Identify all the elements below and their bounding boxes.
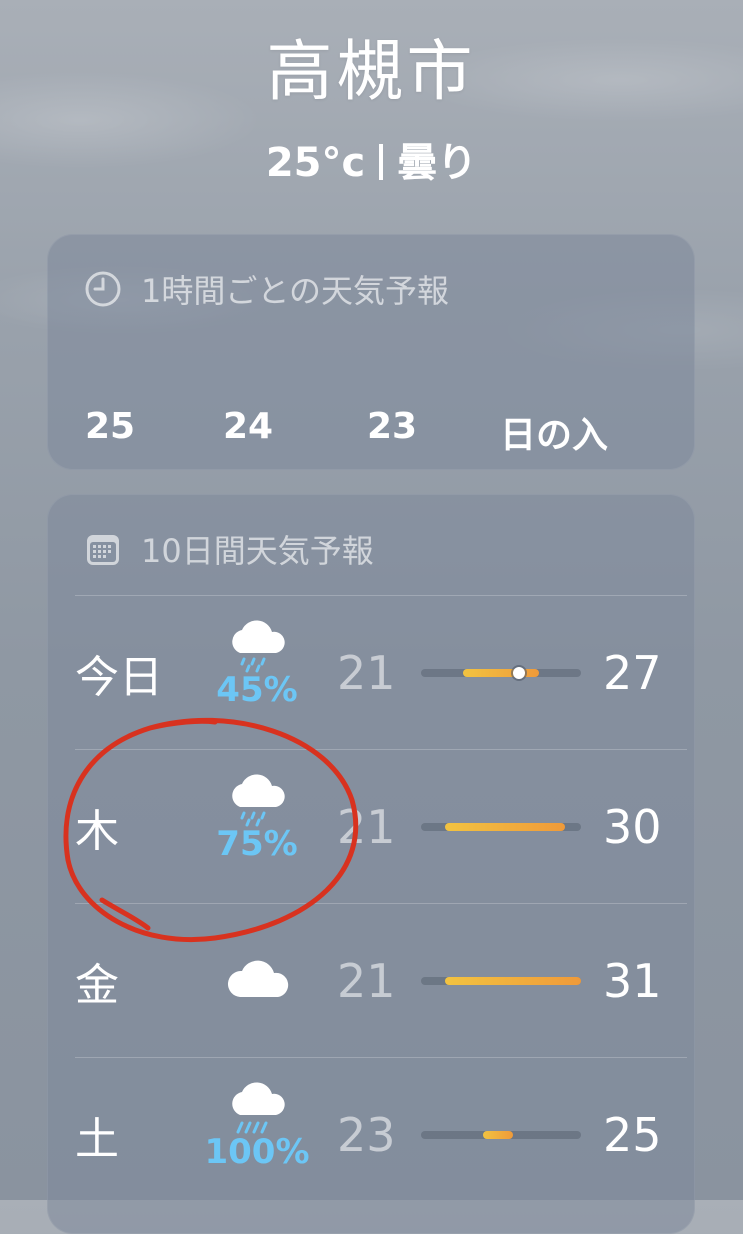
hourly-forecast-title: 1時間ごとの天気予報 [141,272,450,310]
daily-forecast-title: 10日間天気予報 [141,532,374,570]
city-name: 高槻市 [266,33,477,110]
hourly-list[interactable]: 25 24 23 日の入 [47,406,695,456]
cloud-icon [207,955,307,1001]
low-temperature: 21 [337,646,396,700]
daily-forecast-header: 10日間天気予報 [83,524,374,574]
clock-icon [83,269,123,309]
hour-item: 25 [85,406,136,447]
current-condition: 曇り [397,140,478,186]
hourly-forecast-card[interactable]: 1時間ごとの天気予報 25 24 23 日の入 [47,234,695,470]
day-name: 土 [75,1114,119,1165]
low-temperature: 21 [337,954,396,1008]
divider [75,595,687,596]
precipitation-chance: 75% [216,824,298,864]
current-temperature-dot [513,667,525,679]
day-name: 木 [75,806,119,857]
temperature-range-fill [445,823,565,831]
hour-item: 24 [223,406,274,447]
divider [75,749,687,750]
low-temperature: 21 [337,800,396,854]
cloud-rain-icon: 45% [207,617,307,707]
high-temperature: 31 [603,954,662,1008]
day-row-thursday[interactable]: 木 75% 21 30 [47,751,695,903]
precipitation-chance: 100% [204,1132,310,1172]
temperature-range-fill [463,669,539,677]
divider [75,1057,687,1058]
temperature-range-fill [445,977,581,985]
precipitation-chance: 45% [216,670,298,710]
day-name: 金 [75,960,119,1011]
cloud-heavy-rain-icon: 100% [197,1079,317,1169]
calendar-icon [83,529,123,569]
day-row-today[interactable]: 今日 45% 21 27 [47,597,695,749]
hourly-forecast-header: 1時間ごとの天気予報 [83,264,449,314]
current-summary: 25°c 曇り [0,130,743,188]
day-name: 今日 [75,652,163,703]
hour-item-sunset: 日の入 [500,415,609,456]
day-row-friday[interactable]: 金 21 31 [47,905,695,1057]
cloud-rain-icon: 75% [207,771,307,861]
high-temperature: 30 [603,800,662,854]
high-temperature: 27 [603,646,662,700]
temperature-range-bar [421,1131,581,1139]
daily-forecast-card[interactable]: 10日間天気予報 今日 45% 21 27 木 75% 21 30 金 21 3… [47,494,695,1234]
temperature-range-bar [421,977,581,985]
high-temperature: 25 [603,1108,662,1162]
low-temperature: 23 [337,1108,396,1162]
divider [75,903,687,904]
temperature-range-bar [421,667,581,679]
current-temperature: 25°c [265,140,366,186]
separator [379,144,384,180]
temperature-range-bar [421,823,581,831]
temperature-range-fill [483,1131,513,1139]
hour-item: 23 [367,406,418,447]
day-row-saturday[interactable]: 土 100% 23 25 [47,1059,695,1211]
